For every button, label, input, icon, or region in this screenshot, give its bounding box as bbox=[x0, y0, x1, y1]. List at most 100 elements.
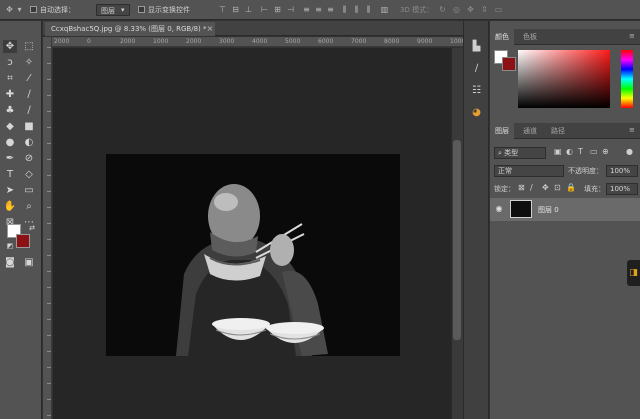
move-icon[interactable]: ✥ bbox=[3, 40, 17, 53]
auto-select-dropdown[interactable]: 图层 ▾ bbox=[96, 4, 130, 16]
marquee-icon[interactable]: ⬚ bbox=[22, 40, 36, 53]
eraser-icon[interactable]: ◆ bbox=[3, 120, 17, 133]
eye-icon[interactable]: ◉ bbox=[494, 204, 504, 214]
default-colors-icon[interactable]: ◩ bbox=[3, 240, 17, 253]
filter-smart-icon[interactable]: ⊕ bbox=[602, 147, 609, 160]
ruler-tick bbox=[47, 175, 51, 176]
lock-transparency-icon[interactable]: ⊠ bbox=[518, 183, 525, 196]
photo-layer[interactable] bbox=[106, 154, 400, 356]
align-bottom-icon[interactable]: ⊥ bbox=[244, 5, 253, 14]
distribute-hcenter-icon[interactable]: ⫼ bbox=[352, 5, 361, 14]
tool-preset-dropdown-icon[interactable]: ▾ bbox=[15, 5, 24, 14]
lasso-icon[interactable]: ↄ bbox=[3, 56, 17, 69]
show-transform-checkbox[interactable] bbox=[138, 6, 145, 13]
ruler-tick bbox=[47, 79, 51, 80]
close-tab-icon[interactable]: × bbox=[205, 22, 215, 36]
vertical-ruler[interactable] bbox=[43, 37, 52, 419]
hand-icon[interactable]: ✋ bbox=[3, 200, 17, 213]
3d-rotate-icon[interactable]: ↻ bbox=[438, 5, 447, 14]
layer-thumbnail bbox=[510, 200, 532, 218]
stamp-icon[interactable]: ♣ bbox=[3, 104, 17, 117]
3d-roll-icon[interactable]: ◎ bbox=[452, 5, 461, 14]
horizontal-ruler[interactable]: 2000 0 2000 1000 2000 3000 4000 5000 6000 7000 800… bbox=[52, 37, 463, 47]
gradient-icon[interactable]: ■ bbox=[22, 120, 36, 133]
ruler-tick bbox=[47, 111, 51, 112]
distribute-vcenter-icon[interactable]: ≡ bbox=[314, 5, 323, 14]
layer-filter-dropdown[interactable]: ⌕ 类型 bbox=[494, 147, 546, 159]
canvas-scroll-thumb[interactable] bbox=[453, 140, 461, 340]
path-select-icon[interactable]: ◇ bbox=[22, 168, 36, 181]
magic-wand-icon[interactable]: ✧ bbox=[22, 56, 36, 69]
quick-mask-icon[interactable]: ◙ bbox=[3, 256, 17, 269]
filter-pixel-icon[interactable]: ▣ bbox=[554, 147, 562, 160]
direct-select-icon[interactable]: ➤ bbox=[3, 184, 17, 197]
lock-position-icon[interactable]: ✥ bbox=[542, 183, 549, 196]
distribute-top-icon[interactable]: ≡ bbox=[302, 5, 311, 14]
swap-colors-icon[interactable]: ⇄ bbox=[25, 222, 39, 235]
align-left-icon[interactable]: ⊢ bbox=[260, 5, 269, 14]
auto-align-icon[interactable]: ▥ bbox=[380, 5, 389, 14]
tab-swatches[interactable]: 色板 bbox=[518, 29, 542, 45]
background-color-swatch[interactable] bbox=[16, 234, 30, 248]
opacity-field[interactable]: 100% bbox=[606, 165, 638, 177]
healing-icon[interactable]: ✚ bbox=[3, 88, 17, 101]
pen-icon[interactable]: ✒ bbox=[3, 152, 17, 165]
lock-artboard-icon[interactable]: ⊡ bbox=[554, 183, 561, 196]
panel-menu-icon[interactable]: ≡ bbox=[629, 127, 636, 134]
blend-mode-dropdown[interactable]: 正常 bbox=[494, 165, 564, 177]
fill-field[interactable]: 100% bbox=[606, 183, 638, 195]
brush-settings-icon[interactable]: ∕ bbox=[470, 62, 483, 75]
panel-background-swatch[interactable] bbox=[502, 57, 516, 71]
rectangle-icon[interactable]: ▭ bbox=[22, 184, 36, 197]
color-wheel-icon[interactable]: ◕ bbox=[470, 106, 483, 119]
tab-paths[interactable]: 路径 bbox=[546, 123, 570, 139]
eyedropper-icon[interactable]: ⁄ bbox=[22, 72, 36, 85]
3d-scale-icon[interactable]: ▭ bbox=[494, 5, 503, 14]
auto-select-checkbox[interactable] bbox=[30, 6, 37, 13]
zoom-icon[interactable]: ⌕ bbox=[22, 200, 36, 213]
tab-layers[interactable]: 图层 bbox=[490, 123, 514, 139]
lock-pixels-icon[interactable]: ∕ bbox=[530, 183, 533, 196]
document-tab[interactable]: CcxqBshac5Q.jpg @ 8.33% (图层 0, RGB/8) * bbox=[45, 22, 215, 36]
tab-channels[interactable]: 通道 bbox=[518, 123, 542, 139]
ruler-tick-label: 7000 bbox=[351, 38, 367, 45]
ruler-tick-label: 5000 bbox=[285, 38, 301, 45]
3d-drag-icon[interactable]: ✥ bbox=[466, 5, 475, 14]
move-tool-icon[interactable]: ✥ bbox=[5, 5, 14, 14]
hue-slider[interactable] bbox=[621, 50, 633, 108]
distribute-right-icon[interactable]: ⫼ bbox=[364, 5, 373, 14]
filter-toggle-icon[interactable]: ● bbox=[626, 147, 633, 160]
panel-menu-icon[interactable]: ≡ bbox=[629, 33, 636, 40]
distribute-left-icon[interactable]: ⫼ bbox=[340, 5, 349, 14]
ruler-tick bbox=[47, 127, 51, 128]
show-transform-label: 显示变换控件 bbox=[148, 6, 190, 14]
ruler-tick-label: 6000 bbox=[318, 38, 334, 45]
floating-helper-icon[interactable]: ◨ bbox=[627, 260, 640, 286]
crop-icon[interactable]: ⌗ bbox=[3, 72, 17, 85]
history-brush-icon[interactable]: ∕ bbox=[22, 104, 36, 117]
lock-all-icon[interactable]: 🔒 bbox=[566, 183, 576, 196]
distribute-bottom-icon[interactable]: ≡ bbox=[326, 5, 335, 14]
filter-type-icon[interactable]: T bbox=[578, 147, 583, 160]
color-panel-tabs: 颜色 色板 ≡ bbox=[490, 29, 640, 45]
screen-mode-icon[interactable]: ▣ bbox=[22, 256, 36, 269]
dodge-icon[interactable]: ◐ bbox=[22, 136, 36, 149]
options-bar: ✥ ▾ 自动选择： 图层 ▾ 显示变换控件 ⊤ ⊟ ⊥ ⊢ ⊞ ⊣ ≡ ≡ ≡ … bbox=[0, 0, 640, 20]
3d-slide-icon[interactable]: ⇕ bbox=[480, 5, 489, 14]
type-icon[interactable]: T bbox=[3, 168, 17, 181]
filter-shape-icon[interactable]: ▭ bbox=[590, 147, 598, 160]
ruler-tick-label: 8000 bbox=[384, 38, 400, 45]
align-hcenter-icon[interactable]: ⊞ bbox=[273, 5, 282, 14]
adjust-icon[interactable]: ☷ bbox=[470, 84, 483, 97]
brush-icon[interactable]: ∕ bbox=[22, 88, 36, 101]
align-right-icon[interactable]: ⊣ bbox=[286, 5, 295, 14]
blur-icon[interactable]: ● bbox=[3, 136, 17, 149]
align-vcenter-icon[interactable]: ⊟ bbox=[231, 5, 240, 14]
color-spectrum[interactable] bbox=[518, 50, 610, 108]
color-panel-icon[interactable]: ▙ bbox=[470, 40, 483, 53]
tab-color[interactable]: 颜色 bbox=[490, 29, 514, 45]
pen-variant-icon[interactable]: ⊘ bbox=[22, 152, 36, 165]
align-top-icon[interactable]: ⊤ bbox=[218, 5, 227, 14]
layer-name[interactable]: 图层 0 bbox=[538, 205, 559, 215]
filter-adjust-icon[interactable]: ◐ bbox=[566, 147, 573, 160]
